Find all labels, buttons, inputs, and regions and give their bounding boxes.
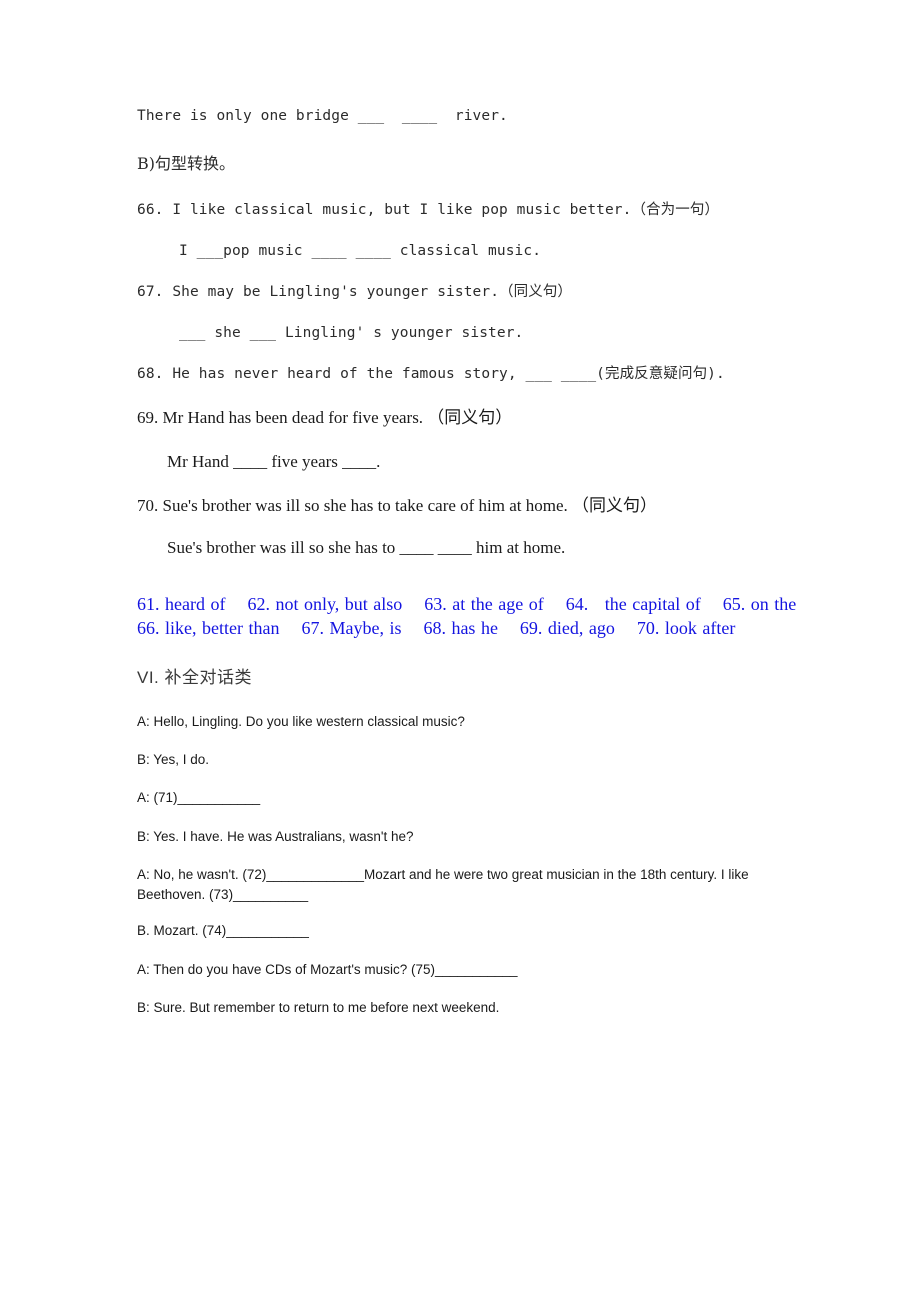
- question-67-prompt: 67. She may be Lingling's younger sister…: [137, 284, 573, 301]
- document-page: There is only one bridge ___ ____ river.…: [0, 0, 920, 1302]
- question-66-prompt: 66. I like classical music, but I like p…: [137, 201, 720, 218]
- dialogue-line-6-blank-74: B. Mozart. (74)___________: [137, 923, 309, 939]
- dialogue-line-3-blank-71: A: (71)___________: [137, 790, 261, 806]
- question-68-prompt: 68. He has never heard of the famous sto…: [137, 366, 725, 383]
- question-67-answer-line: ___ she ___ Lingling' s younger sister.: [179, 325, 524, 342]
- section-label-b: B)句型转换。: [137, 154, 236, 174]
- question-69-prompt: 69. Mr Hand has been dead for five years…: [137, 407, 513, 427]
- dialogue-line-7-blank-75: A: Then do you have CDs of Mozart's musi…: [137, 961, 518, 977]
- section-heading-six: VI. 补全对话类: [137, 667, 253, 687]
- document-content-column: There is only one bridge ___ ____ river.…: [137, 108, 837, 1032]
- carryover-fill-in-line: There is only one bridge ___ ____ river.: [137, 108, 508, 124]
- dialogue-line-1: A: Hello, Lingling. Do you like western …: [137, 713, 465, 729]
- answer-key-block: 61. heard of 62. not only, but also 63. …: [137, 593, 819, 638]
- dialogue-line-4: B: Yes. I have. He was Australians, wasn…: [137, 828, 414, 844]
- question-70-answer-line: Sue's brother was ill so she has to ____…: [167, 537, 566, 557]
- question-69-answer-line: Mr Hand ____ five years ____.: [167, 451, 381, 471]
- question-70-prompt: 70. Sue's brother was ill so she has to …: [137, 495, 658, 515]
- question-66-answer-line: I ___pop music ____ ____ classical music…: [179, 243, 542, 260]
- dialogue-line-5-blanks-72-73: A: No, he wasn't. (72)_____________Mozar…: [137, 866, 753, 903]
- dialogue-line-8: B: Sure. But remember to return to me be…: [137, 999, 500, 1015]
- dialogue-line-2: B: Yes, I do.: [137, 752, 210, 768]
